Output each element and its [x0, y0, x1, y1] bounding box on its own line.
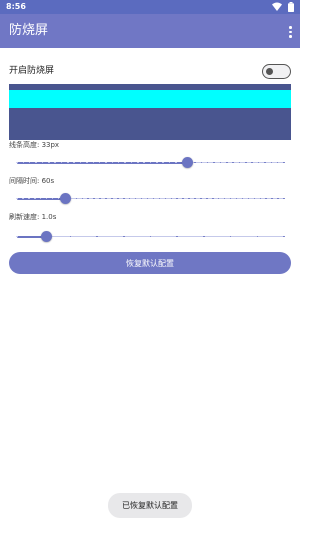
slider-tick [143, 161, 145, 163]
slider-tick [213, 161, 215, 163]
slider-tick [245, 161, 247, 163]
slider-tick [176, 197, 178, 199]
slider-tick [124, 161, 126, 163]
switch-thumb [266, 67, 273, 75]
status-icons [272, 2, 294, 13]
burn-in-protection-switch-row[interactable]: 开启防烧屏 [0, 58, 300, 84]
slider-tick [253, 197, 256, 199]
slider-tick [93, 197, 95, 199]
interval-slider[interactable] [16, 193, 285, 205]
slider-tick [247, 197, 250, 199]
slider-tick [105, 197, 107, 199]
slider-tick [16, 235, 18, 237]
slider-tick [194, 197, 196, 199]
slider-tick [251, 161, 253, 163]
slider-tick [158, 197, 161, 199]
slider-tick [34, 197, 36, 199]
screen: 8:56 防烧屏 开启防烧屏 线条高度: 33px 间隔时间: 60s 刷新速度… [0, 0, 300, 533]
slider-tick [28, 197, 30, 199]
slider-tick [170, 197, 173, 199]
slider-tick [96, 235, 98, 237]
slider-tick [22, 197, 24, 199]
app-title: 防烧屏 [9, 23, 49, 38]
status-time: 8:56 [6, 2, 26, 11]
slider-tick [226, 161, 228, 163]
battery-icon [288, 2, 294, 13]
slider-tick [265, 197, 267, 199]
slider-tick [137, 161, 139, 163]
slider-tick [270, 161, 273, 163]
slider-tick [105, 161, 107, 163]
toast-message: 已恢复默认配置 [108, 493, 192, 518]
slider-tick [117, 197, 119, 199]
slider-tick [232, 161, 234, 163]
slider-tick [194, 161, 196, 163]
slider-tick [48, 161, 50, 163]
slider-tick [111, 161, 114, 163]
reset-defaults-button[interactable]: 恢复默认配置 [9, 252, 291, 274]
slider-tick [123, 235, 125, 237]
slider-tick [123, 197, 125, 199]
slider-tick [164, 197, 167, 199]
slider-tick [182, 197, 184, 199]
slider-tick [212, 197, 214, 199]
switch-label: 开启防烧屏 [9, 66, 55, 76]
slider-tick [111, 197, 113, 199]
slider-tick [75, 197, 78, 199]
line-height-label: 线条高度: 33px [9, 141, 60, 149]
slider-tick [283, 161, 285, 163]
slider-thumb[interactable] [59, 193, 71, 204]
slider-tick [16, 161, 18, 163]
slider-thumb[interactable] [40, 231, 52, 242]
slider-tick [283, 197, 285, 199]
slider-tick [73, 161, 75, 163]
refresh-speed-label: 刷新速度: 1.0s [9, 213, 57, 221]
preview-background [9, 108, 291, 140]
slider-thumb[interactable] [182, 157, 194, 168]
slider-tick [22, 161, 25, 163]
slider-tick [99, 197, 101, 199]
slider-tick [203, 235, 205, 237]
slider-tick [256, 235, 259, 237]
slider-tick [271, 197, 273, 199]
slider-tick [35, 161, 37, 163]
slider-tick [277, 197, 279, 199]
preview-line [9, 90, 291, 108]
slider-tick [86, 161, 88, 163]
slider-tick [67, 161, 69, 163]
more-vert-icon[interactable] [286, 25, 294, 39]
slider-tick [87, 197, 89, 199]
slider-tick [175, 161, 177, 163]
burn-in-protection-switch[interactable] [262, 64, 291, 79]
slider-tick [200, 161, 203, 163]
slider-tick [188, 197, 190, 199]
wifi-icon [272, 2, 283, 11]
app-bar: 防烧屏 [0, 14, 300, 48]
slider-tick [176, 235, 178, 237]
slider-tick [69, 235, 72, 237]
slider-tick [16, 197, 18, 199]
slider-tick [259, 197, 262, 199]
slider-tick [264, 161, 266, 163]
slider-tick [54, 161, 56, 163]
slider-tick [206, 197, 208, 199]
status-bar: 8:56 [0, 0, 300, 14]
interval-label: 间隔时间: 60s [9, 177, 55, 185]
slider-tick [92, 161, 95, 163]
slider-tick [156, 161, 158, 163]
slider-tick [283, 235, 285, 237]
slider-tick [162, 161, 164, 163]
line-height-slider[interactable] [16, 157, 285, 169]
slider-tick [200, 197, 202, 199]
slider-tick [81, 197, 84, 199]
refresh-speed-slider[interactable] [16, 231, 285, 243]
